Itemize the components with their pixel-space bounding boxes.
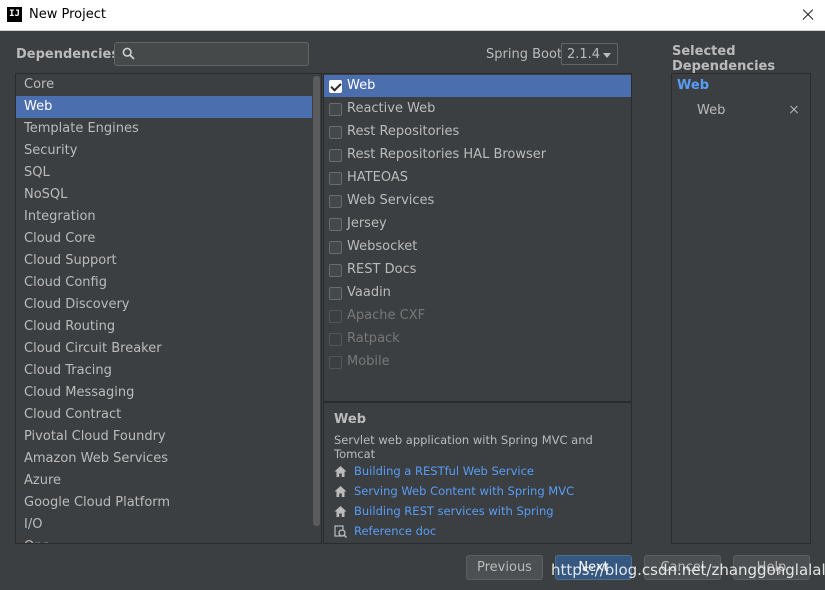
category-item[interactable]: NoSQL [16, 184, 312, 206]
dependency-item[interactable]: Websocket [324, 236, 631, 258]
category-item[interactable]: Web [16, 96, 312, 118]
category-item[interactable]: Google Cloud Platform [16, 492, 312, 514]
dependency-label: HATEOAS [347, 170, 408, 185]
dependency-list: Web Reactive Web Rest Repositories Rest Rep… [323, 73, 632, 402]
category-item[interactable]: SQL [16, 162, 312, 184]
category-item[interactable]: Security [16, 140, 312, 162]
dependency-checkbox[interactable] [329, 218, 342, 231]
dependency-label: Web Services [347, 193, 435, 208]
guide-link-text[interactable]: Building a RESTful Web Service [354, 464, 534, 478]
category-item[interactable]: Amazon Web Services [16, 448, 312, 470]
dependency-label: Ratpack [347, 331, 400, 346]
category-scrollbar[interactable] [313, 76, 320, 526]
category-item[interactable]: Cloud Routing [16, 316, 312, 338]
spring-boot-version-value: 2.1.4 [567, 47, 601, 62]
dependency-item: Apache CXF [324, 305, 631, 327]
title-bar: IJ New Project [0, 0, 825, 31]
dependency-label: REST Docs [347, 262, 417, 277]
category-item[interactable]: I/O [16, 514, 312, 536]
dependency-item[interactable]: HATEOAS [324, 167, 631, 189]
dependency-label: Rest Repositories [347, 124, 460, 139]
guide-link-text[interactable]: Building REST services with Spring [354, 504, 554, 518]
reference-doc-icon [334, 525, 347, 538]
dependency-checkbox [329, 310, 342, 323]
dependency-label: Mobile [347, 354, 390, 369]
dependency-item[interactable]: Reactive Web [324, 98, 631, 120]
dependency-checkbox[interactable] [329, 103, 342, 116]
dependency-item[interactable]: Vaadin [324, 282, 631, 304]
dependency-checkbox[interactable] [329, 264, 342, 277]
category-item[interactable]: Integration [16, 206, 312, 228]
category-list: OpsI/OGoogle Cloud PlatformAzureAmazon W… [15, 73, 322, 544]
dependency-label: Websocket [347, 239, 418, 254]
dependency-item[interactable]: Jersey [324, 213, 631, 235]
reference-doc-link-text[interactable]: Reference doc [354, 524, 436, 538]
dependency-item[interactable]: REST Docs [324, 259, 631, 281]
home-icon [334, 466, 347, 477]
description-title: Web [334, 412, 366, 427]
window-title: New Project [29, 7, 106, 22]
selected-dependencies-label: Selected Dependencies [672, 44, 776, 74]
home-icon [334, 486, 347, 497]
category-item[interactable]: Ops [16, 536, 312, 543]
dependency-checkbox[interactable] [329, 241, 342, 254]
close-icon[interactable] [797, 4, 819, 26]
selected-item-web: Web [697, 103, 726, 118]
watermark-text: https://blog.csdn.net/zhanggonglalala [551, 561, 825, 579]
dependency-label: Apache CXF [347, 308, 426, 323]
dependency-item: Mobile [324, 351, 631, 373]
dependency-item[interactable]: Web Services [324, 190, 631, 212]
category-item[interactable]: Cloud Support [16, 250, 312, 272]
dependency-checkbox[interactable] [329, 80, 342, 93]
dependency-label: Reactive Web [347, 101, 436, 116]
dependency-label: Vaadin [347, 285, 391, 300]
description-text: Servlet web application with Spring MVC … [334, 433, 593, 461]
category-item[interactable]: Cloud Messaging [16, 382, 312, 404]
dependency-item[interactable]: Web [324, 75, 631, 97]
dependency-item[interactable]: Rest Repositories [324, 121, 631, 143]
selected-group-web: Web [677, 78, 709, 93]
search-box[interactable] [114, 42, 309, 66]
dependency-checkbox[interactable] [329, 149, 342, 162]
category-item[interactable]: Cloud Config [16, 272, 312, 294]
dependency-checkbox[interactable] [329, 172, 342, 185]
guide-link-text[interactable]: Serving Web Content with Spring MVC [354, 484, 574, 498]
spring-boot-version-select[interactable]: 2.1.4 [561, 43, 618, 65]
selected-dependencies-panel: Web Web [671, 73, 811, 544]
previous-button[interactable]: Previous [466, 555, 543, 580]
category-item[interactable]: Core [16, 74, 312, 96]
description-panel: Web Servlet web application with Spring … [323, 402, 632, 544]
search-icon [122, 47, 135, 60]
dependencies-label: Dependencies [16, 47, 120, 62]
category-item[interactable]: Cloud Core [16, 228, 312, 250]
category-item[interactable]: Template Engines [16, 118, 312, 140]
category-item[interactable]: Cloud Tracing [16, 360, 312, 382]
dependency-label: Web [347, 78, 376, 93]
remove-icon[interactable] [787, 103, 801, 117]
dependency-label: Rest Repositories HAL Browser [347, 147, 547, 162]
dependency-label: Jersey [347, 216, 387, 231]
home-icon [334, 506, 347, 517]
intellij-app-icon: IJ [7, 7, 22, 22]
dependency-checkbox[interactable] [329, 287, 342, 300]
category-item[interactable]: Azure [16, 470, 312, 492]
category-item[interactable]: Cloud Contract [16, 404, 312, 426]
dependency-checkbox[interactable] [329, 195, 342, 208]
dependency-item[interactable]: Rest Repositories HAL Browser [324, 144, 631, 166]
dependency-checkbox[interactable] [329, 126, 342, 139]
category-item[interactable]: Cloud Discovery [16, 294, 312, 316]
dependency-item: Ratpack [324, 328, 631, 350]
chevron-down-icon [603, 53, 611, 58]
search-input[interactable] [141, 45, 301, 63]
dependency-checkbox [329, 333, 342, 346]
dependency-checkbox [329, 356, 342, 369]
spring-boot-label: Spring Boot [486, 47, 563, 62]
category-item[interactable]: Cloud Circuit Breaker [16, 338, 312, 360]
category-item[interactable]: Pivotal Cloud Foundry [16, 426, 312, 448]
